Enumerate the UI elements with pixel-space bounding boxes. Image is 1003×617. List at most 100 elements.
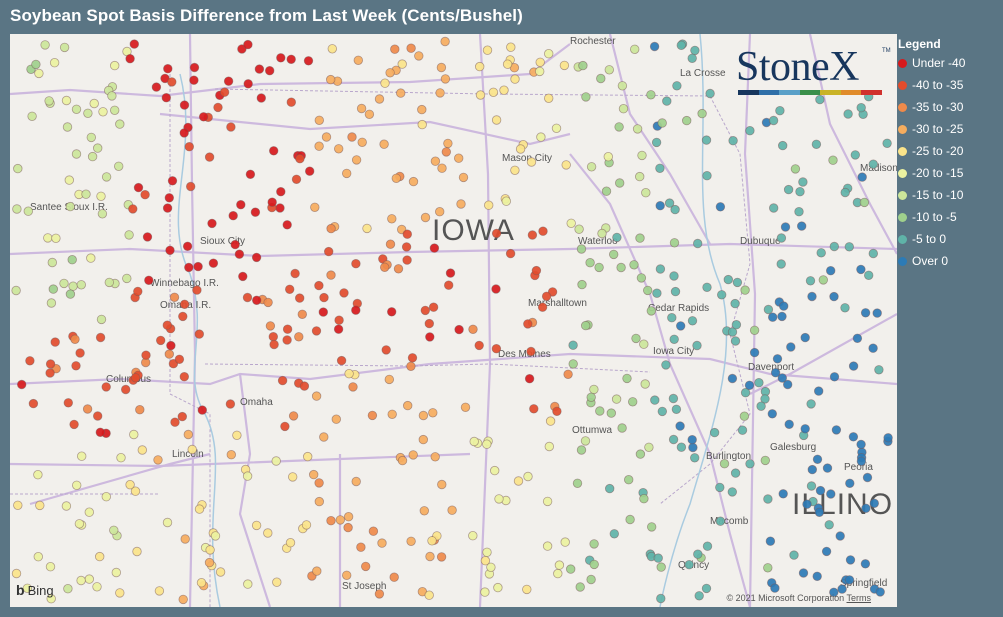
basis-point bbox=[856, 439, 866, 450]
basis-point bbox=[87, 151, 98, 162]
basis-point bbox=[314, 115, 325, 126]
basis-point bbox=[874, 365, 884, 375]
basis-point bbox=[387, 214, 397, 224]
legend-item[interactable]: -40 to -35 bbox=[898, 74, 1002, 96]
legend-item[interactable]: -20 to -15 bbox=[898, 162, 1002, 184]
basis-point bbox=[51, 233, 61, 244]
basis-point bbox=[727, 487, 738, 497]
basis-point bbox=[563, 369, 573, 380]
basis-point bbox=[276, 53, 286, 63]
basis-point bbox=[772, 354, 783, 364]
basis-point bbox=[589, 384, 599, 395]
basis-point bbox=[96, 191, 106, 202]
basis-point bbox=[194, 504, 205, 514]
legend-item[interactable]: Under -40 bbox=[898, 52, 1002, 74]
map-canvas[interactable]: RochesterLa CrosseSioux CityMason CityWa… bbox=[10, 34, 897, 607]
basis-point bbox=[482, 439, 492, 449]
basis-point bbox=[643, 285, 653, 296]
basis-point bbox=[672, 81, 682, 91]
basis-point bbox=[397, 455, 408, 466]
bing-logo[interactable]: b Bing bbox=[16, 582, 54, 598]
basis-point bbox=[668, 393, 679, 404]
basis-point bbox=[406, 536, 416, 547]
basis-point bbox=[379, 139, 389, 149]
basis-point bbox=[169, 292, 180, 303]
city-label: Marshalltown bbox=[528, 298, 587, 309]
basis-point bbox=[596, 73, 606, 84]
basis-point bbox=[510, 165, 520, 176]
legend-item[interactable]: -5 to 0 bbox=[898, 228, 1002, 250]
basis-point bbox=[690, 453, 700, 463]
basis-point bbox=[275, 203, 285, 213]
basis-point bbox=[33, 470, 43, 480]
basis-point bbox=[784, 419, 794, 430]
basis-point bbox=[180, 534, 190, 544]
basis-point bbox=[406, 43, 416, 53]
basis-point bbox=[779, 301, 789, 311]
legend-item[interactable]: -35 to -30 bbox=[898, 96, 1002, 118]
basis-point bbox=[618, 103, 629, 114]
basis-point bbox=[822, 463, 833, 473]
basis-point bbox=[572, 478, 583, 489]
basis-point bbox=[730, 298, 740, 309]
basis-point bbox=[111, 567, 122, 578]
legend-item[interactable]: -10 to -5 bbox=[898, 206, 1002, 228]
basis-point bbox=[655, 200, 665, 211]
basis-point bbox=[807, 464, 818, 475]
legend-item[interactable]: -25 to -20 bbox=[898, 140, 1002, 162]
map-view[interactable]: Rochester La Crosse Sioux City Mason City Wa… bbox=[10, 34, 897, 607]
basis-point bbox=[635, 171, 645, 182]
basis-point bbox=[440, 74, 451, 84]
legend-label: -20 to -15 bbox=[912, 166, 964, 180]
basis-point bbox=[454, 324, 464, 335]
basis-point bbox=[589, 559, 599, 570]
basis-point bbox=[71, 104, 82, 115]
basis-point bbox=[402, 255, 412, 265]
legend-item[interactable]: -15 to -10 bbox=[898, 184, 1002, 206]
basis-point bbox=[646, 90, 656, 100]
legend-item[interactable]: Over 0 bbox=[898, 250, 1002, 272]
basis-point bbox=[460, 402, 471, 413]
legend-item[interactable]: -30 to -25 bbox=[898, 118, 1002, 140]
basis-point bbox=[630, 44, 640, 55]
basis-point bbox=[581, 320, 591, 331]
basis-point bbox=[174, 354, 185, 365]
basis-point bbox=[694, 591, 704, 601]
basis-point bbox=[225, 399, 236, 409]
terms-link[interactable]: Terms bbox=[847, 593, 872, 603]
basis-point bbox=[251, 252, 262, 263]
legend-label: Under -40 bbox=[912, 56, 966, 70]
basis-point bbox=[319, 292, 329, 303]
basis-point bbox=[335, 515, 346, 525]
basis-point bbox=[208, 258, 219, 268]
basis-point bbox=[420, 305, 431, 316]
basis-point bbox=[625, 514, 635, 525]
page-title: Soybean Spot Basis Difference from Last … bbox=[10, 6, 523, 25]
basis-point bbox=[67, 254, 77, 265]
basis-point bbox=[636, 273, 647, 283]
basis-point bbox=[639, 494, 649, 504]
basis-point bbox=[326, 223, 336, 234]
legend-swatch bbox=[898, 58, 907, 68]
basis-point bbox=[635, 449, 646, 459]
basis-point bbox=[97, 209, 108, 219]
basis-point bbox=[295, 293, 305, 303]
basis-point bbox=[219, 87, 230, 97]
basis-point bbox=[347, 132, 357, 142]
basis-point bbox=[141, 350, 151, 360]
map-attribution: © 2021 Microsoft Corporation Terms bbox=[726, 593, 871, 603]
basis-point bbox=[185, 181, 196, 192]
basis-point bbox=[763, 304, 774, 315]
basis-point bbox=[331, 414, 342, 424]
basis-point bbox=[845, 555, 856, 565]
basis-point bbox=[82, 404, 93, 414]
basis-point bbox=[162, 203, 173, 213]
city-label: Galesburg bbox=[770, 442, 816, 453]
basis-point bbox=[632, 124, 643, 134]
basis-point bbox=[198, 112, 209, 122]
basis-point bbox=[343, 512, 354, 522]
basis-point bbox=[635, 233, 645, 243]
basis-point bbox=[798, 177, 808, 187]
basis-point bbox=[390, 44, 400, 54]
basis-point bbox=[215, 567, 226, 577]
